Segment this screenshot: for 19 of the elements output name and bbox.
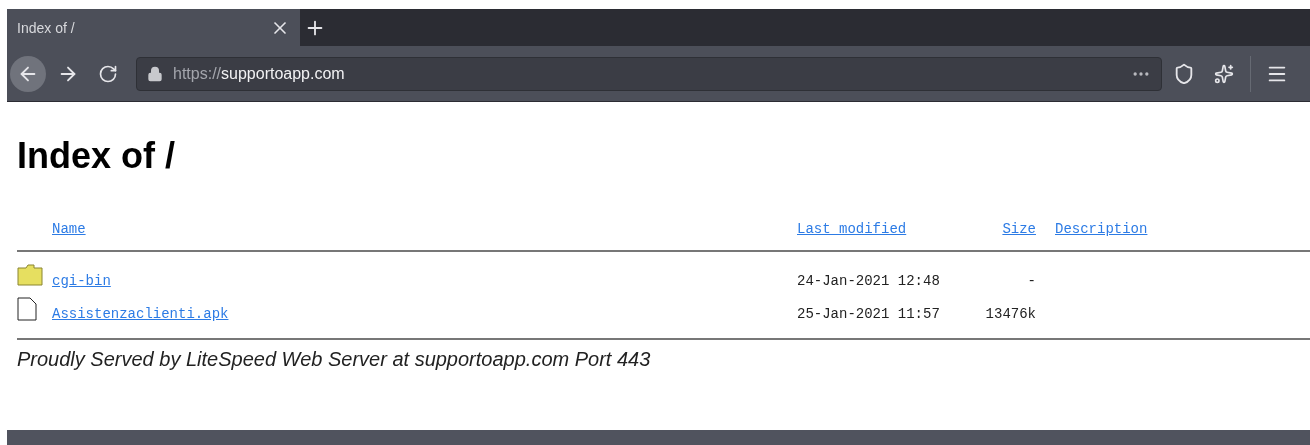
column-header-link[interactable]: Last modified <box>797 220 907 237</box>
back-button[interactable] <box>10 55 46 92</box>
file-size: 13476k <box>985 305 1036 322</box>
address-bar[interactable]: https://supportoapp.com <box>136 56 1162 91</box>
file-link[interactable]: Assistenzaclienti.apk <box>52 305 229 322</box>
lock-icon <box>147 65 163 82</box>
browser-tab[interactable]: Index of / <box>7 9 300 46</box>
file-size: - <box>1027 272 1036 289</box>
column-header-link[interactable]: Name <box>52 220 86 237</box>
modified-date: 24-Jan-2021 12:48 <box>797 272 940 289</box>
file-link[interactable]: cgi-bin <box>52 272 111 289</box>
file-icon <box>17 297 37 321</box>
page-heading: Index of / <box>17 136 176 176</box>
tab-title: Index of / <box>17 19 76 36</box>
column-header-link[interactable]: Size <box>1002 220 1036 237</box>
modified-date: 25-Jan-2021 11:57 <box>797 305 940 322</box>
server-footer: Proudly Served by LiteSpeed Web Server at supportoapp.com Port 443 <box>17 348 1310 371</box>
folder-icon <box>17 264 43 286</box>
column-header-link[interactable]: Description <box>1055 220 1148 237</box>
